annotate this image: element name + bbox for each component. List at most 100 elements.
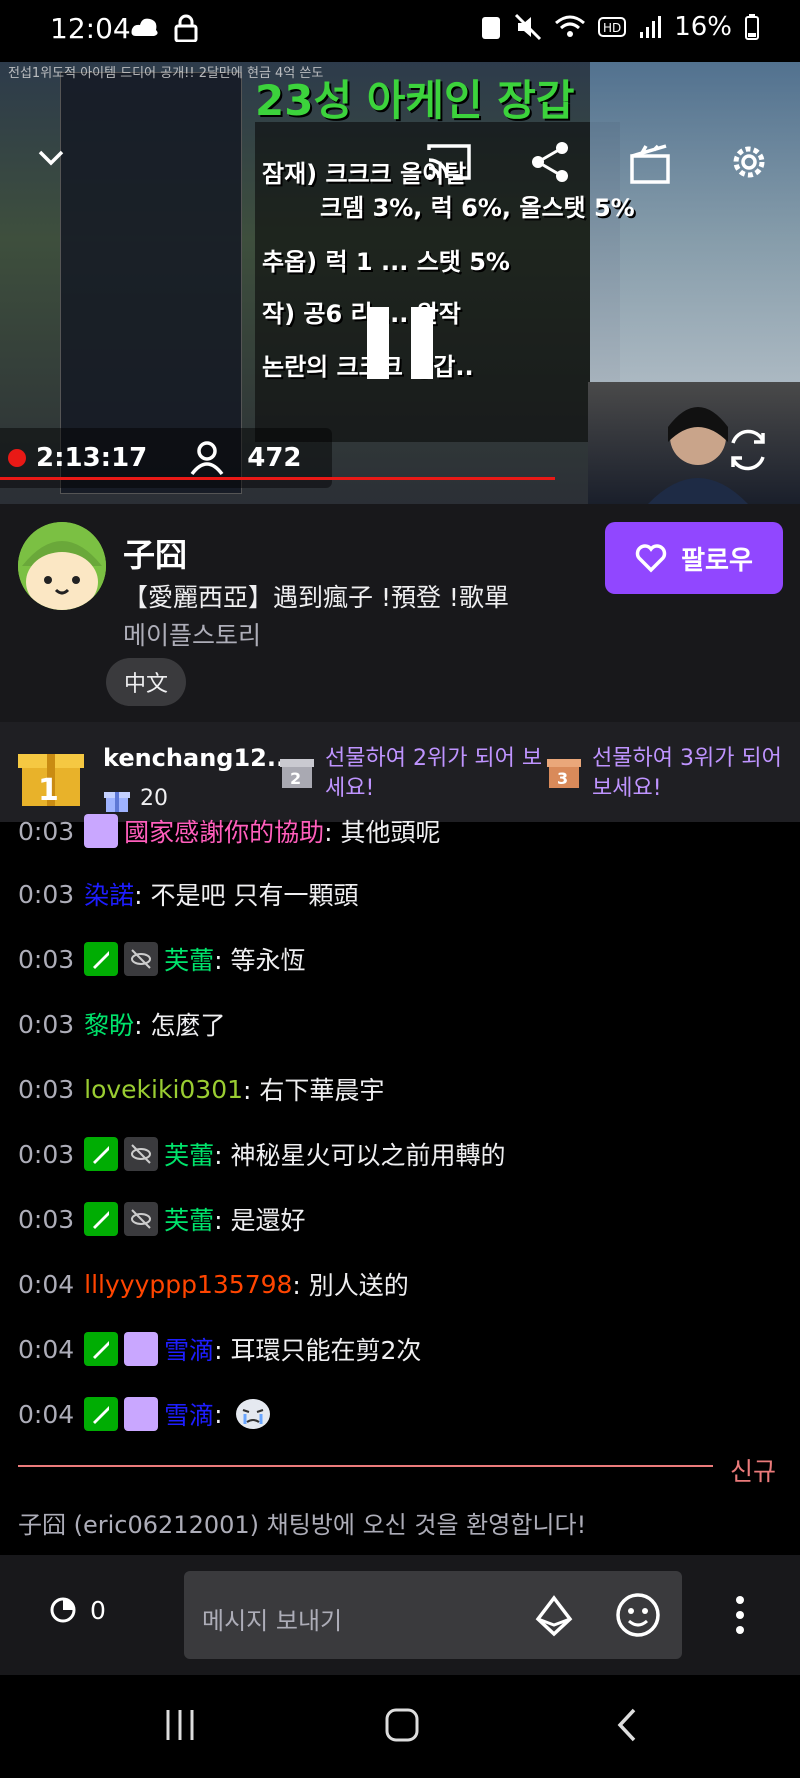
pause-bar-left [367, 307, 389, 379]
no-video-badge-icon[interactable] [124, 942, 159, 976]
viewer-count: 472 [247, 443, 302, 473]
status-right-icons: HD 16% [480, 12, 760, 42]
chat-message: 0:03 芙蕾 : 是還好 [18, 1201, 306, 1237]
gift-leaderboard[interactable]: 1 kenchang12... 20 2 선물하여 2위가 되어 보세요! 3 … [0, 722, 800, 822]
message-placeholder: 메시지 보내기 [202, 1607, 343, 1635]
moderator-sword-icon[interactable] [84, 1137, 119, 1171]
gift-rank2-prompt: 선물하여 2위가 되어 보세요! [325, 746, 543, 801]
signal-icon [640, 16, 662, 38]
chat-username[interactable]: lovekiki0301 [84, 1075, 243, 1104]
chat-username[interactable]: 雪滴 [164, 1396, 214, 1432]
rotate-screen-icon[interactable] [725, 427, 771, 473]
moderator-sword-icon[interactable] [84, 942, 119, 976]
chat-message: 0:03 國家感謝你的協助 : 其他頭呢 [18, 813, 441, 849]
status-bar: 12:04 HD 16% [0, 0, 800, 62]
stream-category[interactable]: 메이플스토리 [123, 616, 261, 652]
cast-icon[interactable] [425, 142, 473, 182]
chat-message: 0:04 lllyyyppp135798 : 別人送的 [18, 1266, 409, 1302]
follow-button[interactable]: 팔로우 [605, 522, 783, 594]
share-icon[interactable] [528, 140, 572, 184]
moderator-sword-icon[interactable] [84, 1332, 119, 1366]
language-tag[interactable]: 中文 [106, 658, 187, 706]
chat-username[interactable]: 芙蕾 [164, 941, 214, 977]
chat-time: 0:03 [18, 879, 75, 909]
emote-picker-icon[interactable] [614, 1591, 662, 1639]
welcome-message: 子囧 (eric06212001) 채팅방에 오신 것을 환영합니다! [18, 1511, 587, 1539]
subscriber-badge-icon[interactable] [124, 1332, 159, 1366]
chat-time: 0:03 [18, 1139, 75, 1169]
clip-icon[interactable] [628, 142, 672, 186]
recent-apps-icon[interactable] [160, 1705, 200, 1745]
chat-text: : 神秘星火可以之前用轉的 [214, 1141, 506, 1170]
settings-gear-icon[interactable] [727, 140, 771, 184]
home-icon[interactable] [382, 1705, 422, 1745]
video-line: 크뎀 3%, 럭 6%, 올스탯 5% [320, 194, 635, 222]
chat-text: : 別人送的 [292, 1271, 409, 1300]
chat-text: : 不是吧 只有一顆頭 [134, 881, 359, 910]
chat-username[interactable]: lllyyyppp135798 [84, 1270, 292, 1299]
chat-username[interactable]: 芙蕾 [164, 1201, 214, 1237]
gift-rank1-count: 20 [140, 786, 168, 811]
lock-icon [174, 14, 198, 42]
chat-username[interactable]: 國家感謝你的協助 [124, 813, 324, 849]
message-input[interactable]: 메시지 보내기 [184, 1571, 682, 1659]
svg-text:HD: HD [603, 21, 621, 35]
gift-small-icon [104, 792, 130, 812]
channel-info: 子囧 【愛麗西亞】遇到瘋子 !預登 !歌單 메이플스토리 中文 팔로우 [0, 504, 800, 722]
chat-time: 0:03 [18, 944, 75, 974]
no-video-badge-icon[interactable] [124, 1137, 159, 1171]
chat-text: : 怎麼了 [134, 1011, 226, 1040]
chat-text: : 右下華晨宇 [243, 1076, 385, 1105]
weather-icon [131, 18, 158, 36]
chat-time: 0:03 [18, 1009, 75, 1039]
chat-message: 0:03 lovekiki0301 : 右下華晨宇 [18, 1071, 384, 1107]
pause-button[interactable] [367, 307, 433, 379]
chat-username[interactable]: 染諾 [84, 876, 134, 912]
video-player[interactable]: 전섭1위도적 아이템 드디어 공개!! 2달만에 현금 4억 쓴도 23성 아케… [0, 62, 800, 504]
moderator-sword-icon[interactable] [84, 1397, 119, 1431]
bits-gem-icon[interactable] [534, 1595, 574, 1637]
subscriber-badge-icon[interactable] [84, 814, 119, 848]
chat-message: 0:03 染諾 : 不是吧 只有一顆頭 [18, 876, 358, 912]
status-left-icons [130, 14, 198, 42]
chat-text: : [214, 1399, 223, 1429]
avatar[interactable] [18, 522, 106, 610]
gift-rank1-icon: 1 [18, 754, 84, 808]
new-messages-label: 신규 [730, 1457, 777, 1486]
wifi-icon [555, 15, 586, 37]
chat-message: 0:04 雪滴 : 耳環只能在剪2次 [18, 1331, 421, 1367]
moderator-sword-icon[interactable] [84, 1202, 119, 1236]
svg-text:3: 3 [557, 769, 568, 788]
chat-message: 0:04 雪滴 : [18, 1396, 273, 1432]
subscriber-badge-icon[interactable] [124, 1397, 159, 1431]
follow-label: 팔로우 [681, 545, 753, 576]
chat-message: 0:03 芙蕾 : 等永恆 [18, 941, 306, 977]
back-icon[interactable] [608, 1705, 648, 1745]
pause-bar-right [411, 307, 433, 379]
video-line: 추옵) 럭 1 ... 스탯 5% [262, 248, 510, 276]
chat-username[interactable]: 黎盼 [84, 1006, 134, 1042]
no-video-badge-icon[interactable] [124, 1202, 159, 1236]
gift-rank1-name: kenchang12... [103, 744, 295, 772]
chat-text: : 其他頭呢 [324, 818, 441, 847]
channel-points[interactable]: 0 [48, 1595, 106, 1625]
gift-rank2-icon: 2 [280, 759, 314, 788]
collapse-chevron-icon[interactable] [34, 140, 68, 174]
hd-icon: HD [598, 17, 627, 37]
video-big-title: 23성 아케인 장갑 [255, 76, 575, 125]
gift-rank3-prompt: 선물하여 3위가 되어 보세요! [592, 746, 782, 801]
channel-points-count: 0 [90, 1595, 106, 1625]
channel-name[interactable]: 子囧 [123, 530, 187, 576]
chat-username[interactable]: 芙蕾 [164, 1136, 214, 1172]
status-time: 12:04 [50, 12, 131, 45]
battery-percent: 16% [674, 12, 732, 42]
chat-username[interactable]: 雪滴 [164, 1331, 214, 1367]
more-options-icon[interactable] [730, 1595, 750, 1635]
heart-icon [635, 544, 667, 573]
new-messages-divider [18, 1465, 713, 1467]
svg-text:1: 1 [38, 773, 59, 808]
stream-title: 【愛麗西亞】遇到瘋子 !預登 !歌單 [123, 583, 509, 612]
chat-text: : 等永恆 [214, 946, 306, 975]
battery-icon [745, 14, 759, 40]
system-nav-bar [0, 1675, 800, 1778]
